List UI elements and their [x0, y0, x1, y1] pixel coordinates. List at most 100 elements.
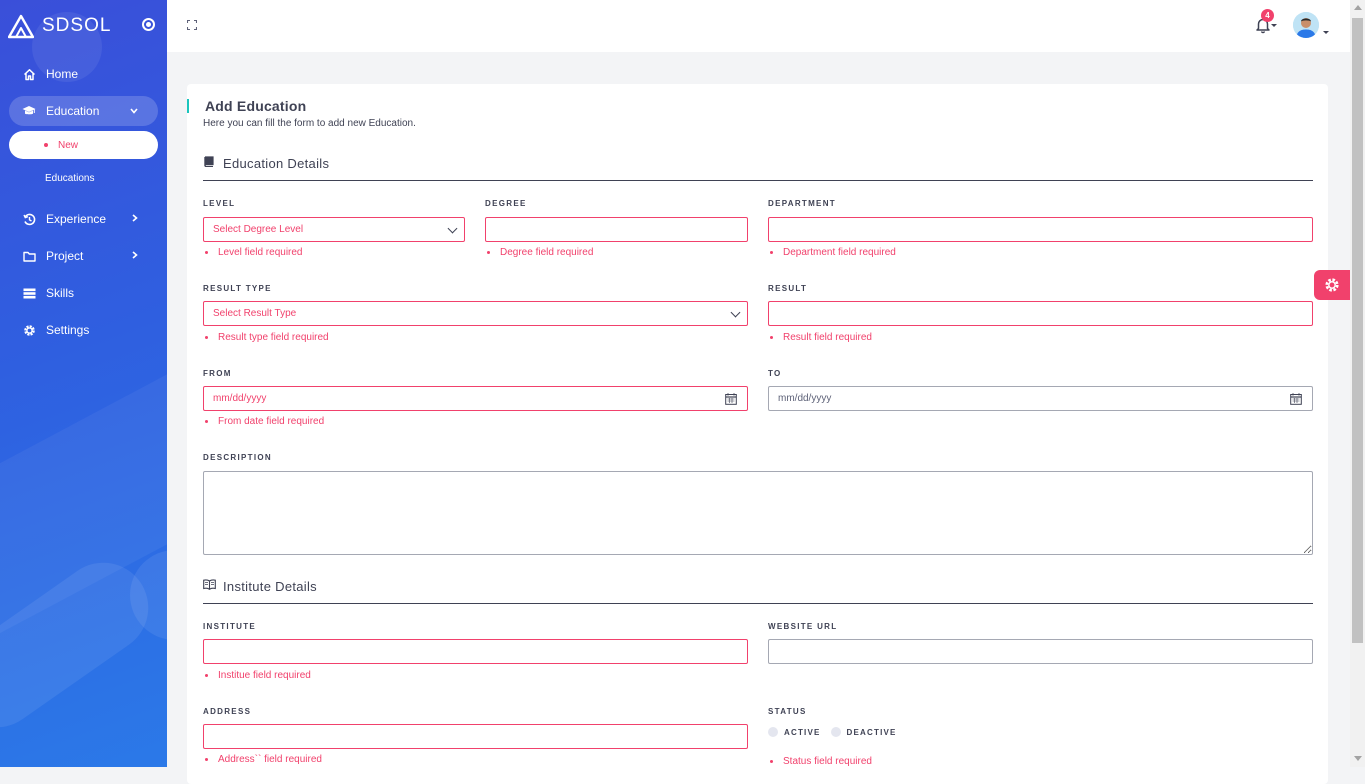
chevron-down-icon: [447, 223, 458, 234]
sidebar-item-experience[interactable]: Experience: [9, 204, 158, 234]
result-label: Result: [768, 284, 808, 293]
description-textarea[interactable]: [203, 471, 1313, 555]
error-text: Result type field required: [218, 332, 329, 343]
result-type-error: Result type field required: [203, 332, 329, 343]
from-date-placeholder: mm/dd/yyyy: [213, 393, 267, 404]
sidebar: SDSOL Home Education New Educations Expe…: [0, 0, 167, 767]
sidebar-item-label: Project: [46, 249, 84, 263]
folder-icon: [22, 249, 36, 263]
degree-label: Degree: [485, 199, 527, 208]
error-text: Institue field required: [218, 670, 311, 681]
institute-label: Institute: [203, 622, 257, 631]
result-input[interactable]: [768, 301, 1313, 326]
sidebar-item-home[interactable]: Home: [9, 59, 158, 89]
bullet-icon: [205, 336, 208, 339]
sidebar-toggle-icon[interactable]: [142, 18, 155, 31]
mountain-logo-icon: [8, 14, 34, 39]
level-select-value: Select Degree Level: [213, 224, 304, 235]
bullet-icon: [44, 143, 48, 147]
degree-error: Degree field required: [485, 247, 593, 258]
sidebar-item-skills[interactable]: Skills: [9, 278, 158, 308]
avatar[interactable]: [1293, 12, 1319, 38]
error-text: Result field required: [783, 332, 872, 343]
website-url-label: Website URL: [768, 622, 838, 631]
error-text: Address`` field required: [218, 754, 322, 765]
chevron-right-icon: [132, 213, 138, 225]
chevron-right-icon: [132, 250, 138, 262]
sidebar-item-label: Experience: [46, 212, 107, 226]
bullet-icon: [205, 420, 208, 423]
sidebar-subitem-label: New: [58, 139, 79, 151]
bullet-icon: [205, 251, 208, 254]
page-subtitle: Here you can fill the form to add new Ed…: [203, 118, 416, 129]
address-label: Address: [203, 707, 252, 716]
sidebar-item-education[interactable]: Education: [9, 96, 158, 126]
sidebar-subitem-label: Educations: [45, 172, 95, 184]
sidebar-item-project[interactable]: Project: [9, 241, 158, 271]
to-label: To: [768, 369, 782, 378]
result-type-select[interactable]: Select Result Type: [203, 301, 748, 326]
level-select[interactable]: Select Degree Level: [203, 217, 465, 242]
list-icon: [22, 286, 36, 300]
error-text: Department field required: [783, 247, 896, 258]
fullscreen-icon[interactable]: [187, 20, 197, 30]
from-label: From: [203, 369, 232, 378]
sidebar-item-label: Settings: [46, 323, 90, 337]
department-error: Department field required: [768, 247, 896, 258]
bullet-icon: [205, 758, 208, 761]
page-scrollbar[interactable]: [1350, 0, 1365, 767]
scrollbar-thumb[interactable]: [1352, 18, 1363, 643]
from-date-input[interactable]: mm/dd/yyyy: [203, 386, 748, 411]
department-input[interactable]: [768, 217, 1313, 242]
address-input[interactable]: [203, 724, 748, 749]
chevron-down-icon[interactable]: [1271, 24, 1277, 27]
status-active-radio[interactable]: [768, 727, 778, 737]
notification-badge: 4: [1261, 9, 1274, 22]
sidebar-item-settings[interactable]: Settings: [9, 315, 158, 345]
chevron-down-icon: [130, 105, 138, 117]
scroll-up-icon[interactable]: [1354, 5, 1362, 10]
sidebar-item-label: Home: [46, 67, 79, 81]
sidebar-subitem-educations[interactable]: Educations: [9, 164, 158, 192]
graduation-cap-icon: [22, 104, 36, 118]
result-error: Result field required: [768, 332, 872, 343]
section-institute-details: Institute Details: [203, 576, 1313, 596]
status-deactive-radio[interactable]: [830, 727, 841, 737]
bullet-icon: [487, 251, 490, 254]
bullet-icon: [770, 760, 773, 763]
bullet-icon: [770, 336, 773, 339]
level-error: Level field required: [203, 247, 303, 258]
chevron-down-icon[interactable]: [1323, 31, 1329, 34]
calendar-icon[interactable]: [1290, 393, 1302, 405]
status-error: Status field required: [768, 756, 872, 767]
history-icon: [22, 212, 36, 226]
gear-icon: [1325, 278, 1339, 292]
level-label: Level: [203, 199, 236, 208]
bullet-icon: [770, 251, 773, 254]
from-date-error: From date field required: [203, 416, 324, 427]
sidebar-item-label: Skills: [46, 286, 75, 300]
add-education-card: Add Education Here you can fill the form…: [187, 84, 1328, 784]
result-type-label: Result Type: [203, 284, 272, 293]
brand-logo[interactable]: SDSOL: [8, 12, 111, 40]
result-type-select-value: Select Result Type: [213, 308, 297, 319]
scroll-down-icon[interactable]: [1354, 756, 1362, 761]
degree-input[interactable]: [485, 217, 748, 242]
sidebar-subitem-new[interactable]: New: [9, 131, 158, 159]
to-date-input[interactable]: mm/dd/yyyy: [768, 386, 1313, 411]
description-label: Description: [203, 453, 272, 462]
error-text: Status field required: [783, 756, 872, 767]
status-radio-group: Active Deactive: [768, 727, 897, 737]
website-url-input[interactable]: [768, 639, 1313, 664]
home-icon: [22, 67, 36, 81]
open-book-icon: [203, 579, 216, 593]
status-option-label[interactable]: Deactive: [847, 728, 897, 737]
institute-input[interactable]: [203, 639, 748, 664]
theme-settings-button[interactable]: [1314, 270, 1350, 300]
gear-icon: [22, 323, 36, 337]
institute-error: Institue field required: [203, 670, 311, 681]
bullet-icon: [205, 674, 208, 677]
to-date-placeholder: mm/dd/yyyy: [778, 393, 832, 404]
status-option-label[interactable]: Active: [784, 728, 821, 737]
calendar-icon[interactable]: [725, 393, 737, 405]
